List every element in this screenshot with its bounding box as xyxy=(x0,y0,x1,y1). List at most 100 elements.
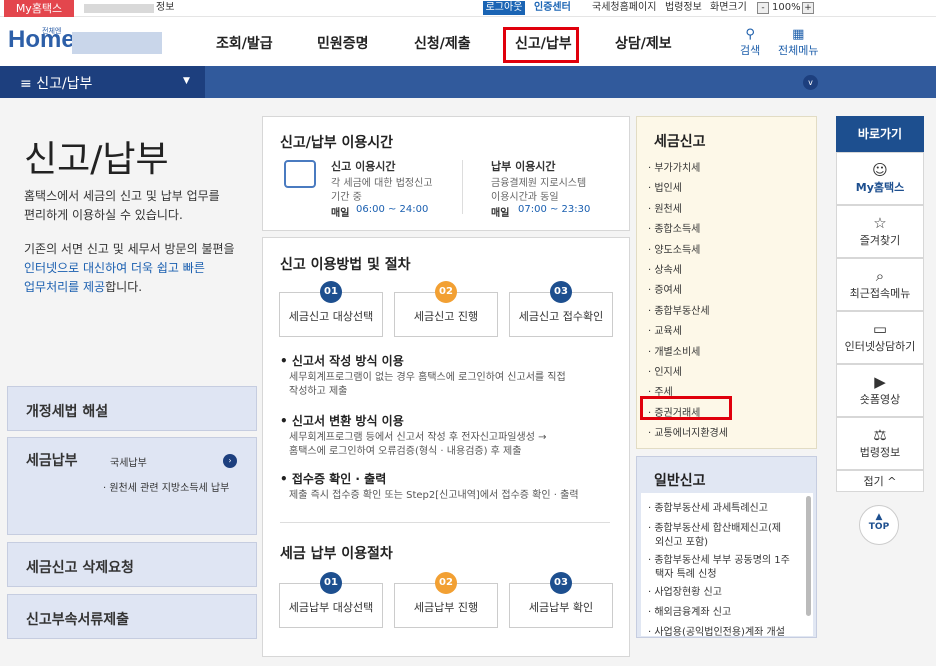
search-icon: ⚲ xyxy=(745,27,755,42)
pay-hours-title: 납부 이용시간 xyxy=(491,160,556,173)
quick-link-label: 최근접속메뉴 xyxy=(849,287,911,300)
desc-line-1: 홈택스에서 세금의 신고 및 납부 업무를 xyxy=(24,189,220,203)
quick-link-label: 법령정보 xyxy=(859,446,901,459)
general-report-item[interactable]: · 종합부동산세 과세특례신고 xyxy=(648,499,768,514)
nav-certificate[interactable]: 민원증명 xyxy=(317,33,369,53)
tax-report-item[interactable]: · 상속세 xyxy=(648,261,682,276)
procedure-title: 신고 이용방법 및 절차 xyxy=(280,257,411,273)
quick-link-3[interactable]: ▭ 인터넷상담하기 xyxy=(836,311,924,364)
usage-hours-title: 신고/납부 이용시간 xyxy=(280,135,394,151)
tax-report-item[interactable]: · 인지세 xyxy=(648,363,682,378)
zoom-in-button[interactable]: + xyxy=(802,2,814,14)
tax-report-title: 세금신고 xyxy=(654,134,706,150)
method-2-text-2: 홈택스에 로그인하여 오류검증(형식 · 내용검증) 후 제출 xyxy=(289,446,522,457)
payment-procedure-title: 세금 납부 이용절차 xyxy=(280,546,393,562)
general-report-item[interactable]: · 종합부동산세 부부 공동명의 1주 xyxy=(648,551,790,566)
report-hours-day: 매일 xyxy=(331,208,350,219)
fold-button[interactable]: 접기 ^ xyxy=(836,470,924,492)
method-1-text-2: 작성하고 제출 xyxy=(289,386,348,397)
pay-hours-desc-2: 이용시간과 동일 xyxy=(491,192,559,203)
zoom-out-button[interactable]: - xyxy=(757,2,769,14)
nav-application[interactable]: 신청/제출 xyxy=(414,33,471,53)
report-hours-title: 신고 이용시간 xyxy=(331,160,396,173)
general-report-item[interactable]: 택자 특례 신청 xyxy=(655,565,717,580)
pay-hours-day: 매일 xyxy=(491,208,510,219)
search-label: 검색 xyxy=(740,44,761,57)
general-report-item[interactable]: 외신고 포함) xyxy=(655,533,708,548)
zoom-level: 100% xyxy=(772,2,801,13)
tax-report-item[interactable]: · 양도소득세 xyxy=(648,241,700,256)
method-3-heading: • 접수증 확인 · 출력 xyxy=(280,472,387,486)
desc-line-3: 기존의 서면 신고 및 세무서 방문의 불편을 xyxy=(24,242,235,256)
scrollbar[interactable] xyxy=(806,496,811,616)
blurred-logo-area xyxy=(72,32,162,54)
general-report-item[interactable]: · 종합부동산세 합산배제신고(제 xyxy=(648,519,781,534)
all-menu-button[interactable]: ▦ 전체메뉴 xyxy=(778,27,818,58)
quick-link-5[interactable]: ⚖ 법령정보 xyxy=(836,417,924,470)
grid-icon: ▦ xyxy=(792,27,805,42)
law-info-link[interactable]: 법령정보 xyxy=(665,1,702,15)
logo-small-text: 전체엔 xyxy=(42,27,62,35)
all-menu-label: 전체메뉴 xyxy=(778,44,819,57)
tax-report-item[interactable]: · 종합소득세 xyxy=(648,220,700,235)
quick-link-0[interactable]: ☺ My홈택스 xyxy=(836,152,924,205)
report-attach-submit-box[interactable]: 신고부속서류제출 xyxy=(7,594,257,639)
nts-home-link[interactable]: 국세청홈페이지 xyxy=(592,1,656,15)
general-report-item[interactable]: · 사업장현황 신고 xyxy=(648,583,722,598)
general-report-item[interactable]: · 사업용(공익법인전용)계좌 개설 xyxy=(648,623,785,638)
tax-report-item[interactable]: · 종합부동산세 xyxy=(648,302,710,317)
desc-line-4: 인터넷으로 대신하여 더욱 쉽고 빠른 xyxy=(24,261,205,275)
tax-report-item[interactable]: · 증여세 xyxy=(648,281,682,296)
nav-inquiry[interactable]: 조회/발급 xyxy=(216,33,273,53)
local-income-tax-link[interactable]: · 원천세 관련 지방소득세 납부 xyxy=(103,479,229,494)
user-info-text: 정보 xyxy=(156,2,175,13)
step-number: 03 xyxy=(550,281,572,303)
quick-links-title: 바로가기 xyxy=(836,116,924,152)
quick-link-2[interactable]: ⌕ 최근접속메뉴 xyxy=(836,258,924,311)
method-1-heading: • 신고서 작성 방식 이용 xyxy=(280,354,404,368)
tax-report-item[interactable]: · 개별소비세 xyxy=(648,343,700,358)
monitor-icon: ▭ xyxy=(872,320,888,338)
star-icon: ☆ xyxy=(873,214,887,232)
expand-menu-button[interactable]: v xyxy=(803,75,818,90)
blurred-user-info xyxy=(84,4,154,13)
breadcrumb-label: ≡ 신고/납부 xyxy=(20,76,93,92)
gavel-icon: ⚖ xyxy=(873,426,887,444)
nav-consult[interactable]: 상담/제보 xyxy=(615,33,672,53)
play-icon: ▶ xyxy=(874,373,886,391)
step-number: 02 xyxy=(435,572,457,594)
page-title: 신고/납부 xyxy=(24,139,169,180)
general-report-title: 일반신고 xyxy=(654,473,706,489)
tax-report-item[interactable]: · 교육세 xyxy=(648,322,682,337)
logout-button[interactable]: 로그아웃 xyxy=(483,1,525,15)
quick-link-1[interactable]: ☆ 즐겨찾기 xyxy=(836,205,924,258)
desc-line-5: 업무처리를 제공합니다. xyxy=(24,280,143,294)
mytax-tab[interactable]: My홈택스 xyxy=(4,0,74,17)
step-number: 01 xyxy=(320,281,342,303)
top-label: TOP xyxy=(868,522,890,532)
recent-menu-icon: ⌕ xyxy=(875,267,885,285)
general-report-item[interactable]: · 해외금융계좌 신고 xyxy=(648,603,731,618)
chevron-right-icon[interactable]: › xyxy=(223,454,237,468)
tax-payment-box: 세금납부 국세납부 › · 원천세 관련 지방소득세 납부 xyxy=(7,437,257,535)
report-delete-request-box[interactable]: 세금신고 삭제요청 xyxy=(7,542,257,587)
step-number: 02 xyxy=(435,281,457,303)
pay-hours-desc-1: 금융결제원 지로시스템 xyxy=(491,178,587,189)
tax-report-item[interactable]: · 부가가치세 xyxy=(648,159,700,174)
tax-report-item[interactable]: · 교통에너지환경세 xyxy=(648,424,728,439)
calendar-clock-icon xyxy=(284,160,316,188)
method-3-text-1: 제출 즉시 접수증 확인 또는 Step2[신고내역]에서 접수증 확인 · 출… xyxy=(289,490,579,501)
cert-center-link[interactable]: 인증센터 xyxy=(534,1,571,15)
search-button[interactable]: ⚲ 검색 xyxy=(740,27,760,58)
national-tax-payment-link[interactable]: 국세납부 xyxy=(110,454,147,469)
quick-link-label: 즐겨찾기 xyxy=(859,234,901,247)
tax-report-item[interactable]: · 법인세 xyxy=(648,179,682,194)
quick-link-4[interactable]: ▶ 숏폼영상 xyxy=(836,364,924,417)
tax-report-item[interactable]: · 원천세 xyxy=(648,200,682,215)
desc-line-2: 편리하게 이용하실 수 있습니다. xyxy=(24,208,183,222)
screen-size-label: 화면크기 xyxy=(710,2,747,13)
tax-law-guide-box[interactable]: 개정세법 해설 xyxy=(7,386,257,431)
nav-highlight-box xyxy=(503,27,579,63)
scroll-top-button[interactable]: ▲ TOP xyxy=(859,505,899,545)
method-2-heading: • 신고서 변환 방식 이용 xyxy=(280,414,404,428)
